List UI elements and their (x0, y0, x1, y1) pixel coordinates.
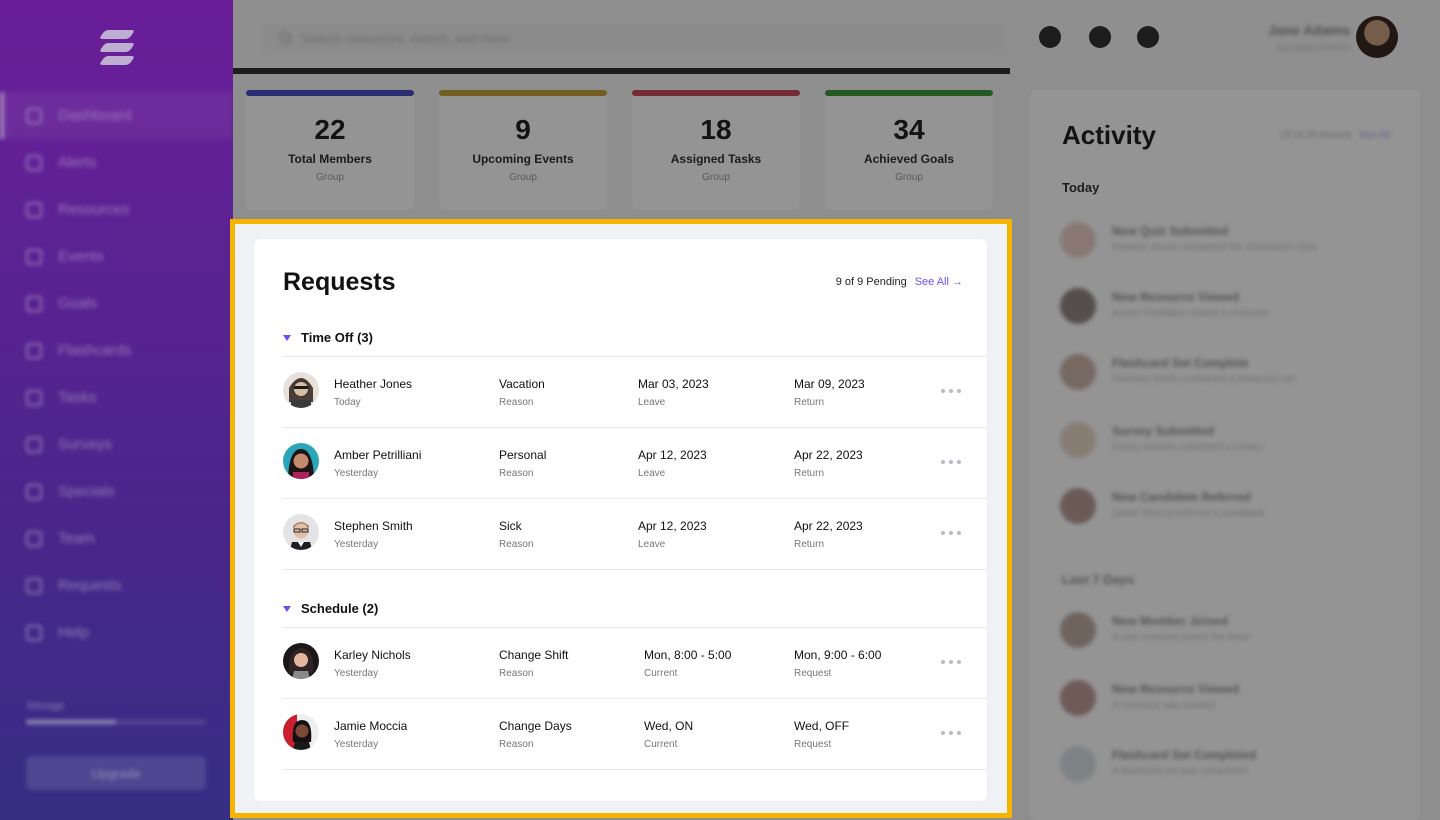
requester-name: Amber Petrilliani (334, 448, 422, 462)
request-row[interactable]: Jamie Moccia Yesterday Change Days Reason … (283, 699, 987, 770)
requester-name: Stephen Smith (334, 519, 413, 533)
requests-meta: 9 of 9 Pending See All → (836, 276, 963, 288)
caret-down-icon (283, 605, 291, 612)
requester-name: Heather Jones (334, 377, 413, 391)
avatar (283, 514, 319, 550)
avatar (283, 372, 319, 408)
schedule-group-toggle[interactable]: Schedule (2) (283, 601, 378, 616)
avatar (283, 643, 319, 679)
see-all-link[interactable]: See All → (915, 276, 963, 288)
requester-name: Jamie Moccia (334, 719, 408, 733)
more-options-icon[interactable] (941, 725, 961, 741)
avatar (283, 714, 319, 750)
requests-highlight-frame: Requests 9 of 9 Pending See All → Time Of… (230, 219, 1012, 818)
requester-name: Karley Nichols (334, 648, 411, 662)
requests-card: Requests 9 of 9 Pending See All → Time Of… (254, 239, 987, 801)
caret-down-icon (283, 334, 291, 341)
request-row[interactable]: Amber Petrilliani Yesterday Personal Reaso… (283, 428, 987, 499)
more-options-icon[interactable] (941, 525, 961, 541)
request-row[interactable]: Karley Nichols Yesterday Change Shift Reas… (283, 628, 987, 699)
more-options-icon[interactable] (941, 454, 961, 470)
pending-count: 9 of 9 Pending (835, 276, 907, 288)
avatar (283, 443, 319, 479)
more-options-icon[interactable] (941, 654, 961, 670)
request-row[interactable]: Heather Jones Today Vacation Reason Mar 03… (283, 357, 987, 428)
time-off-group-toggle[interactable]: Time Off (3) (283, 330, 373, 345)
requests-title: Requests (283, 268, 396, 296)
more-options-icon[interactable] (941, 383, 961, 399)
request-row[interactable]: Stephen Smith Yesterday Sick Reason Apr 12… (283, 499, 987, 570)
